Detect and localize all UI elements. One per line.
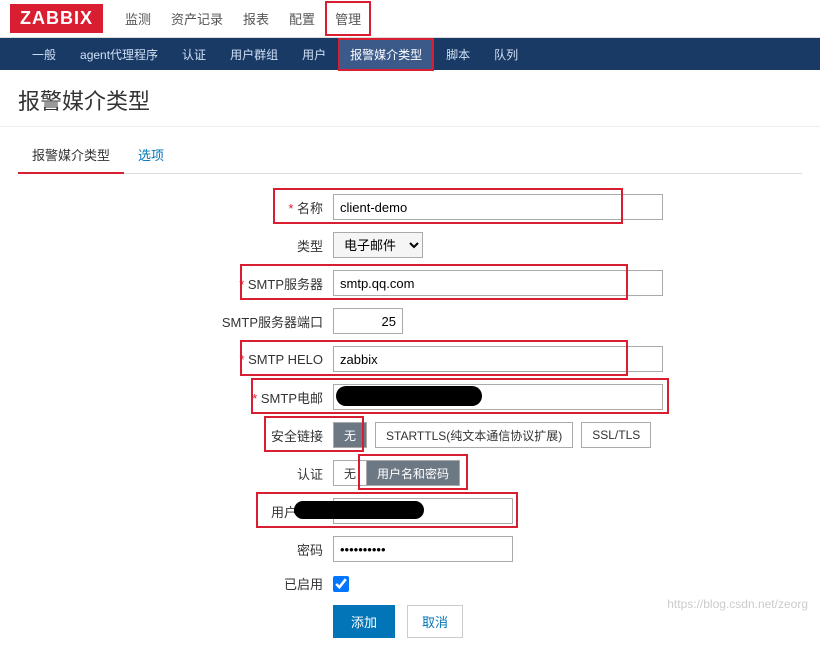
smtp-server-input[interactable] — [333, 270, 663, 296]
subnav-general[interactable]: 一般 — [20, 38, 68, 71]
password-input[interactable] — [333, 536, 513, 562]
label-password: 密码 — [218, 540, 333, 559]
row-enabled: 已启用 — [218, 574, 820, 593]
sub-nav: 一般 agent代理程序 认证 用户群组 用户 报警媒介类型 脚本 队列 — [0, 38, 820, 70]
subnav-queue[interactable]: 队列 — [482, 38, 530, 71]
label-auth: 认证 — [218, 464, 333, 483]
label-name: 名称 — [218, 198, 333, 217]
cancel-button[interactable]: 取消 — [407, 605, 463, 638]
row-smtp-email: SMTP电邮 — [218, 384, 820, 410]
subnav-users[interactable]: 用户 — [290, 38, 338, 71]
topnav-config[interactable]: 配置 — [279, 1, 325, 36]
row-password: 密码 — [218, 536, 820, 562]
logo: ZABBIX — [10, 4, 103, 33]
content: 报警媒介类型 选项 名称 类型 电子邮件 SMTP服务器 SMTP服务器端口 S… — [0, 126, 820, 658]
subnav-proxy[interactable]: agent代理程序 — [68, 38, 170, 71]
row-name: 名称 — [218, 194, 820, 220]
row-smtp-helo: SMTP HELO — [218, 346, 820, 372]
row-smtp-port: SMTP服务器端口 — [218, 308, 820, 334]
row-username: 用户名称 — [218, 498, 820, 524]
type-select[interactable]: 电子邮件 — [333, 232, 423, 258]
watermark: https://blog.csdn.net/zeorg — [667, 597, 808, 611]
label-smtp-helo: SMTP HELO — [218, 352, 333, 367]
subnav-usergroups[interactable]: 用户群组 — [218, 38, 290, 71]
media-form: 名称 类型 电子邮件 SMTP服务器 SMTP服务器端口 SMTP HELO S… — [218, 194, 820, 638]
row-type: 类型 电子邮件 — [218, 232, 820, 258]
enabled-checkbox[interactable] — [333, 576, 349, 592]
add-button[interactable]: 添加 — [333, 605, 395, 638]
smtp-helo-input[interactable] — [333, 346, 663, 372]
label-smtp-email: SMTP电邮 — [218, 388, 333, 407]
auth-options: 无 用户名和密码 — [333, 460, 460, 486]
topnav-admin[interactable]: 管理 — [325, 1, 371, 36]
security-none[interactable]: 无 — [333, 422, 367, 448]
auth-userpass[interactable]: 用户名和密码 — [366, 460, 460, 486]
topnav-monitoring[interactable]: 监测 — [115, 1, 161, 36]
label-security: 安全链接 — [218, 426, 333, 445]
page-title: 报警媒介类型 — [0, 70, 820, 126]
security-options: 无 STARTTLS(纯文本通信协议扩展) SSL/TLS — [333, 422, 651, 448]
topnav-reports[interactable]: 报表 — [233, 1, 279, 36]
tab-mediatype[interactable]: 报警媒介类型 — [18, 137, 124, 174]
label-smtp-port: SMTP服务器端口 — [218, 312, 333, 331]
subnav-auth[interactable]: 认证 — [170, 38, 218, 71]
security-ssltls[interactable]: SSL/TLS — [581, 422, 651, 448]
top-nav: 监测 资产记录 报表 配置 管理 — [115, 1, 371, 36]
label-smtp-server: SMTP服务器 — [218, 274, 333, 293]
form-tabs: 报警媒介类型 选项 — [18, 137, 802, 174]
tab-options[interactable]: 选项 — [124, 137, 178, 173]
name-input[interactable] — [333, 194, 663, 220]
top-bar: ZABBIX 监测 资产记录 报表 配置 管理 — [0, 0, 820, 38]
label-type: 类型 — [218, 236, 333, 255]
subnav-scripts[interactable]: 脚本 — [434, 38, 482, 71]
row-smtp-server: SMTP服务器 — [218, 270, 820, 296]
row-auth: 认证 无 用户名和密码 — [218, 460, 820, 486]
security-starttls[interactable]: STARTTLS(纯文本通信协议扩展) — [375, 422, 573, 448]
label-enabled: 已启用 — [218, 574, 333, 593]
auth-none[interactable]: 无 — [333, 460, 367, 486]
row-security: 安全链接 无 STARTTLS(纯文本通信协议扩展) SSL/TLS — [218, 422, 820, 448]
topnav-inventory[interactable]: 资产记录 — [161, 1, 233, 36]
smtp-port-input[interactable] — [333, 308, 403, 334]
subnav-mediatypes[interactable]: 报警媒介类型 — [338, 38, 434, 71]
